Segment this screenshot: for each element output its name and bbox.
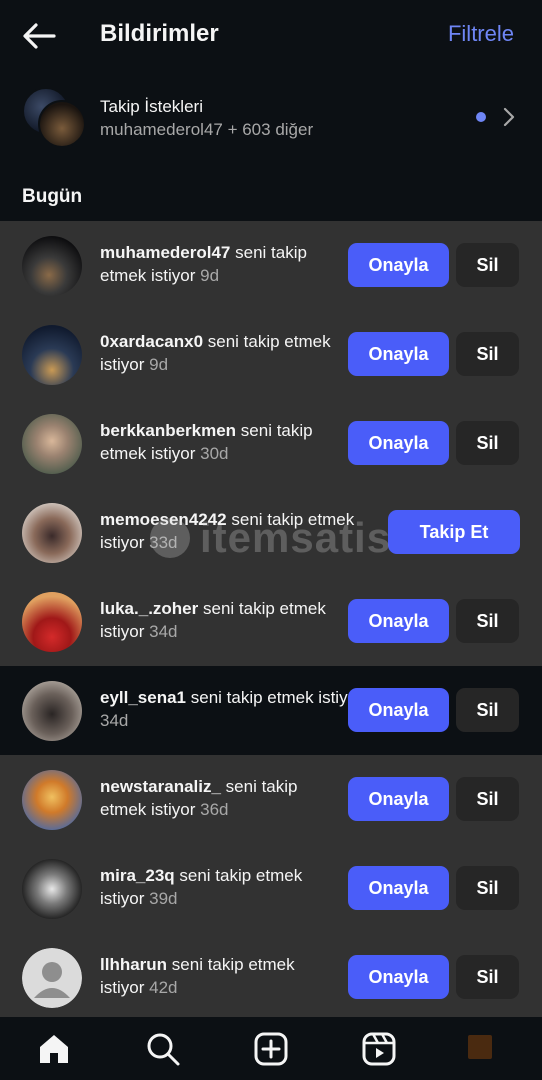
- avatar[interactable]: [22, 503, 82, 563]
- approve-button[interactable]: Onayla: [348, 421, 449, 465]
- profile-icon[interactable]: [468, 1035, 492, 1059]
- request-text: llhharun seni takip etmek istiyor 42d: [100, 955, 295, 997]
- avatar[interactable]: [22, 681, 82, 741]
- list-item: memoesen4242 seni takip etmek istiyor 33…: [0, 488, 542, 577]
- username[interactable]: memoesen4242: [100, 510, 227, 529]
- approve-button[interactable]: Onayla: [348, 243, 449, 287]
- age-label: 34d: [100, 711, 129, 730]
- reels-icon[interactable]: [361, 1031, 397, 1067]
- list-item: luka._.zoher seni takip etmek istiyor 34…: [0, 577, 542, 666]
- request-text: luka._.zoher seni takip etmek istiyor 34…: [100, 599, 326, 641]
- age-label: 33d: [144, 533, 178, 552]
- home-icon[interactable]: [36, 1031, 72, 1067]
- approve-button[interactable]: Onayla: [348, 777, 449, 821]
- request-list: muhamederol47 seni takip etmek istiyor 9…: [0, 221, 542, 1022]
- age-label: 42d: [144, 978, 178, 997]
- delete-button[interactable]: Sil: [456, 421, 519, 465]
- section-title: Bugün: [22, 186, 83, 207]
- approve-button[interactable]: Onayla: [348, 599, 449, 643]
- username[interactable]: eyll_sena1: [100, 688, 186, 707]
- avatar[interactable]: [22, 770, 82, 830]
- username[interactable]: newstaranaliz_: [100, 777, 221, 796]
- search-icon[interactable]: [145, 1031, 181, 1067]
- username[interactable]: llhharun: [100, 955, 167, 974]
- avatar[interactable]: [22, 325, 82, 385]
- list-item: berkkanberkmen seni takip etmek istiyor …: [0, 399, 542, 488]
- avatar: [38, 100, 86, 148]
- request-text: eyll_sena1 seni takip etmek istiyor 34d: [100, 688, 363, 730]
- delete-button[interactable]: Sil: [456, 243, 519, 287]
- list-item: newstaranaliz_ seni takip etmek istiyor …: [0, 755, 542, 844]
- list-item: 0xardacanx0 seni takip etmek istiyor 9d …: [0, 310, 542, 399]
- age-label: 9d: [144, 355, 169, 374]
- username[interactable]: mira_23q: [100, 866, 175, 885]
- list-item: eyll_sena1 seni takip etmek istiyor 34d …: [0, 666, 542, 755]
- approve-button[interactable]: Onayla: [348, 332, 449, 376]
- delete-button[interactable]: Sil: [456, 332, 519, 376]
- request-text: 0xardacanx0 seni takip etmek istiyor 9d: [100, 332, 331, 374]
- follow-requests-title: Takip İstekleri: [100, 97, 203, 116]
- create-icon[interactable]: [253, 1031, 289, 1067]
- approve-button[interactable]: Onayla: [348, 866, 449, 910]
- age-label: 39d: [144, 889, 178, 908]
- delete-button[interactable]: Sil: [456, 866, 519, 910]
- delete-button[interactable]: Sil: [456, 599, 519, 643]
- username[interactable]: muhamederol47: [100, 243, 230, 262]
- age-label: 34d: [144, 622, 178, 641]
- age-label: 36d: [195, 800, 229, 819]
- avatar[interactable]: [22, 592, 82, 652]
- delete-button[interactable]: Sil: [456, 688, 519, 732]
- unread-dot: [476, 112, 486, 122]
- follow-button[interactable]: Takip Et: [388, 510, 520, 554]
- avatar[interactable]: [22, 859, 82, 919]
- approve-button[interactable]: Onayla: [348, 688, 449, 732]
- chevron-right-icon: [503, 107, 515, 127]
- request-text: mira_23q seni takip etmek istiyor 39d: [100, 866, 303, 908]
- request-text: berkkanberkmen seni takip etmek istiyor …: [100, 421, 313, 463]
- delete-button[interactable]: Sil: [456, 777, 519, 821]
- age-label: 30d: [195, 444, 229, 463]
- back-arrow-icon[interactable]: [20, 20, 56, 52]
- bottom-tab-bar: [0, 1017, 542, 1080]
- default-avatar-icon[interactable]: [22, 948, 82, 1008]
- request-text: memoesen4242 seni takip etmek istiyor 33…: [100, 510, 355, 552]
- username[interactable]: 0xardacanx0: [100, 332, 203, 351]
- list-item: muhamederol47 seni takip etmek istiyor 9…: [0, 221, 542, 310]
- follow-requests-subtitle: muhamederol47 + 603 diğer: [100, 120, 314, 139]
- avatar[interactable]: [22, 414, 82, 474]
- age-label: 9d: [195, 266, 220, 285]
- avatar[interactable]: [22, 236, 82, 296]
- header: Bildirimler Filtrele: [0, 0, 542, 72]
- list-item: mira_23q seni takip etmek istiyor 39d On…: [0, 844, 542, 933]
- request-text: muhamederol47 seni takip etmek istiyor 9…: [100, 243, 307, 285]
- delete-button[interactable]: Sil: [456, 955, 519, 999]
- request-text: newstaranaliz_ seni takip etmek istiyor …: [100, 777, 298, 819]
- follow-requests-entry[interactable]: Takip İstekleri muhamederol47 + 603 diğe…: [0, 80, 542, 152]
- approve-button[interactable]: Onayla: [348, 955, 449, 999]
- username[interactable]: luka._.zoher: [100, 599, 198, 618]
- list-item: llhharun seni takip etmek istiyor 42d On…: [0, 933, 542, 1022]
- page-title: Bildirimler: [100, 20, 219, 47]
- filter-button[interactable]: Filtrele: [448, 21, 514, 47]
- username[interactable]: berkkanberkmen: [100, 421, 236, 440]
